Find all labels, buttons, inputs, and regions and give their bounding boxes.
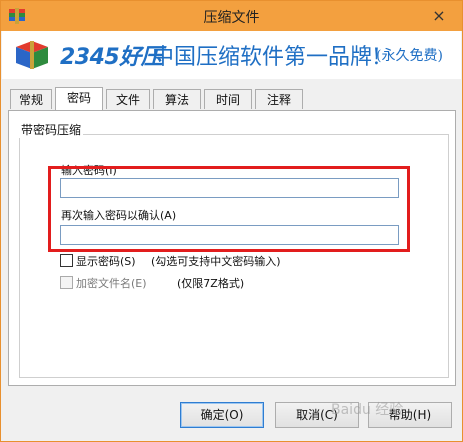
- close-icon[interactable]: ×: [424, 5, 454, 27]
- tab-files[interactable]: 文件: [106, 89, 150, 109]
- group-label: 带密码压缩: [19, 121, 84, 138]
- brand-banner: 2345好压 中国压缩软件第一品牌! (永久免费): [2, 31, 461, 79]
- title-bar[interactable]: 压缩文件 ×: [1, 1, 462, 31]
- window-title: 压缩文件: [203, 10, 260, 26]
- show-password-label[interactable]: 显示密码(S): [76, 253, 136, 269]
- help-button[interactable]: 帮助(H): [368, 402, 452, 428]
- encrypt-filenames-label[interactable]: 加密文件名(E): [76, 275, 147, 291]
- tab-comment[interactable]: 注释: [255, 89, 303, 109]
- brand-slogan-sub: (永久免费): [376, 48, 443, 64]
- brand-slogan: 中国压缩软件第一品牌!: [152, 45, 381, 70]
- compress-dialog: 压缩文件 × 2345好压 中国压缩软件第一品牌! (永久免费) 常规 密码 文…: [0, 0, 463, 442]
- show-password-checkbox[interactable]: [60, 254, 73, 267]
- brand-name: 2345好压: [60, 45, 163, 70]
- encrypt-filenames-hint: (仅限7Z格式): [177, 277, 245, 290]
- tab-algorithm[interactable]: 算法: [153, 89, 201, 109]
- tab-general[interactable]: 常规: [10, 89, 52, 109]
- tab-password[interactable]: 密码: [55, 87, 103, 110]
- archive-logo-icon: [16, 41, 48, 69]
- tab-time[interactable]: 时间: [204, 89, 252, 109]
- show-password-hint: (勾选可支持中文密码输入): [151, 255, 281, 268]
- cancel-button[interactable]: 取消(C): [275, 402, 359, 428]
- ok-button[interactable]: 确定(O): [180, 402, 264, 428]
- encrypt-filenames-checkbox[interactable]: [60, 276, 73, 289]
- highlight-annotation: [48, 166, 410, 252]
